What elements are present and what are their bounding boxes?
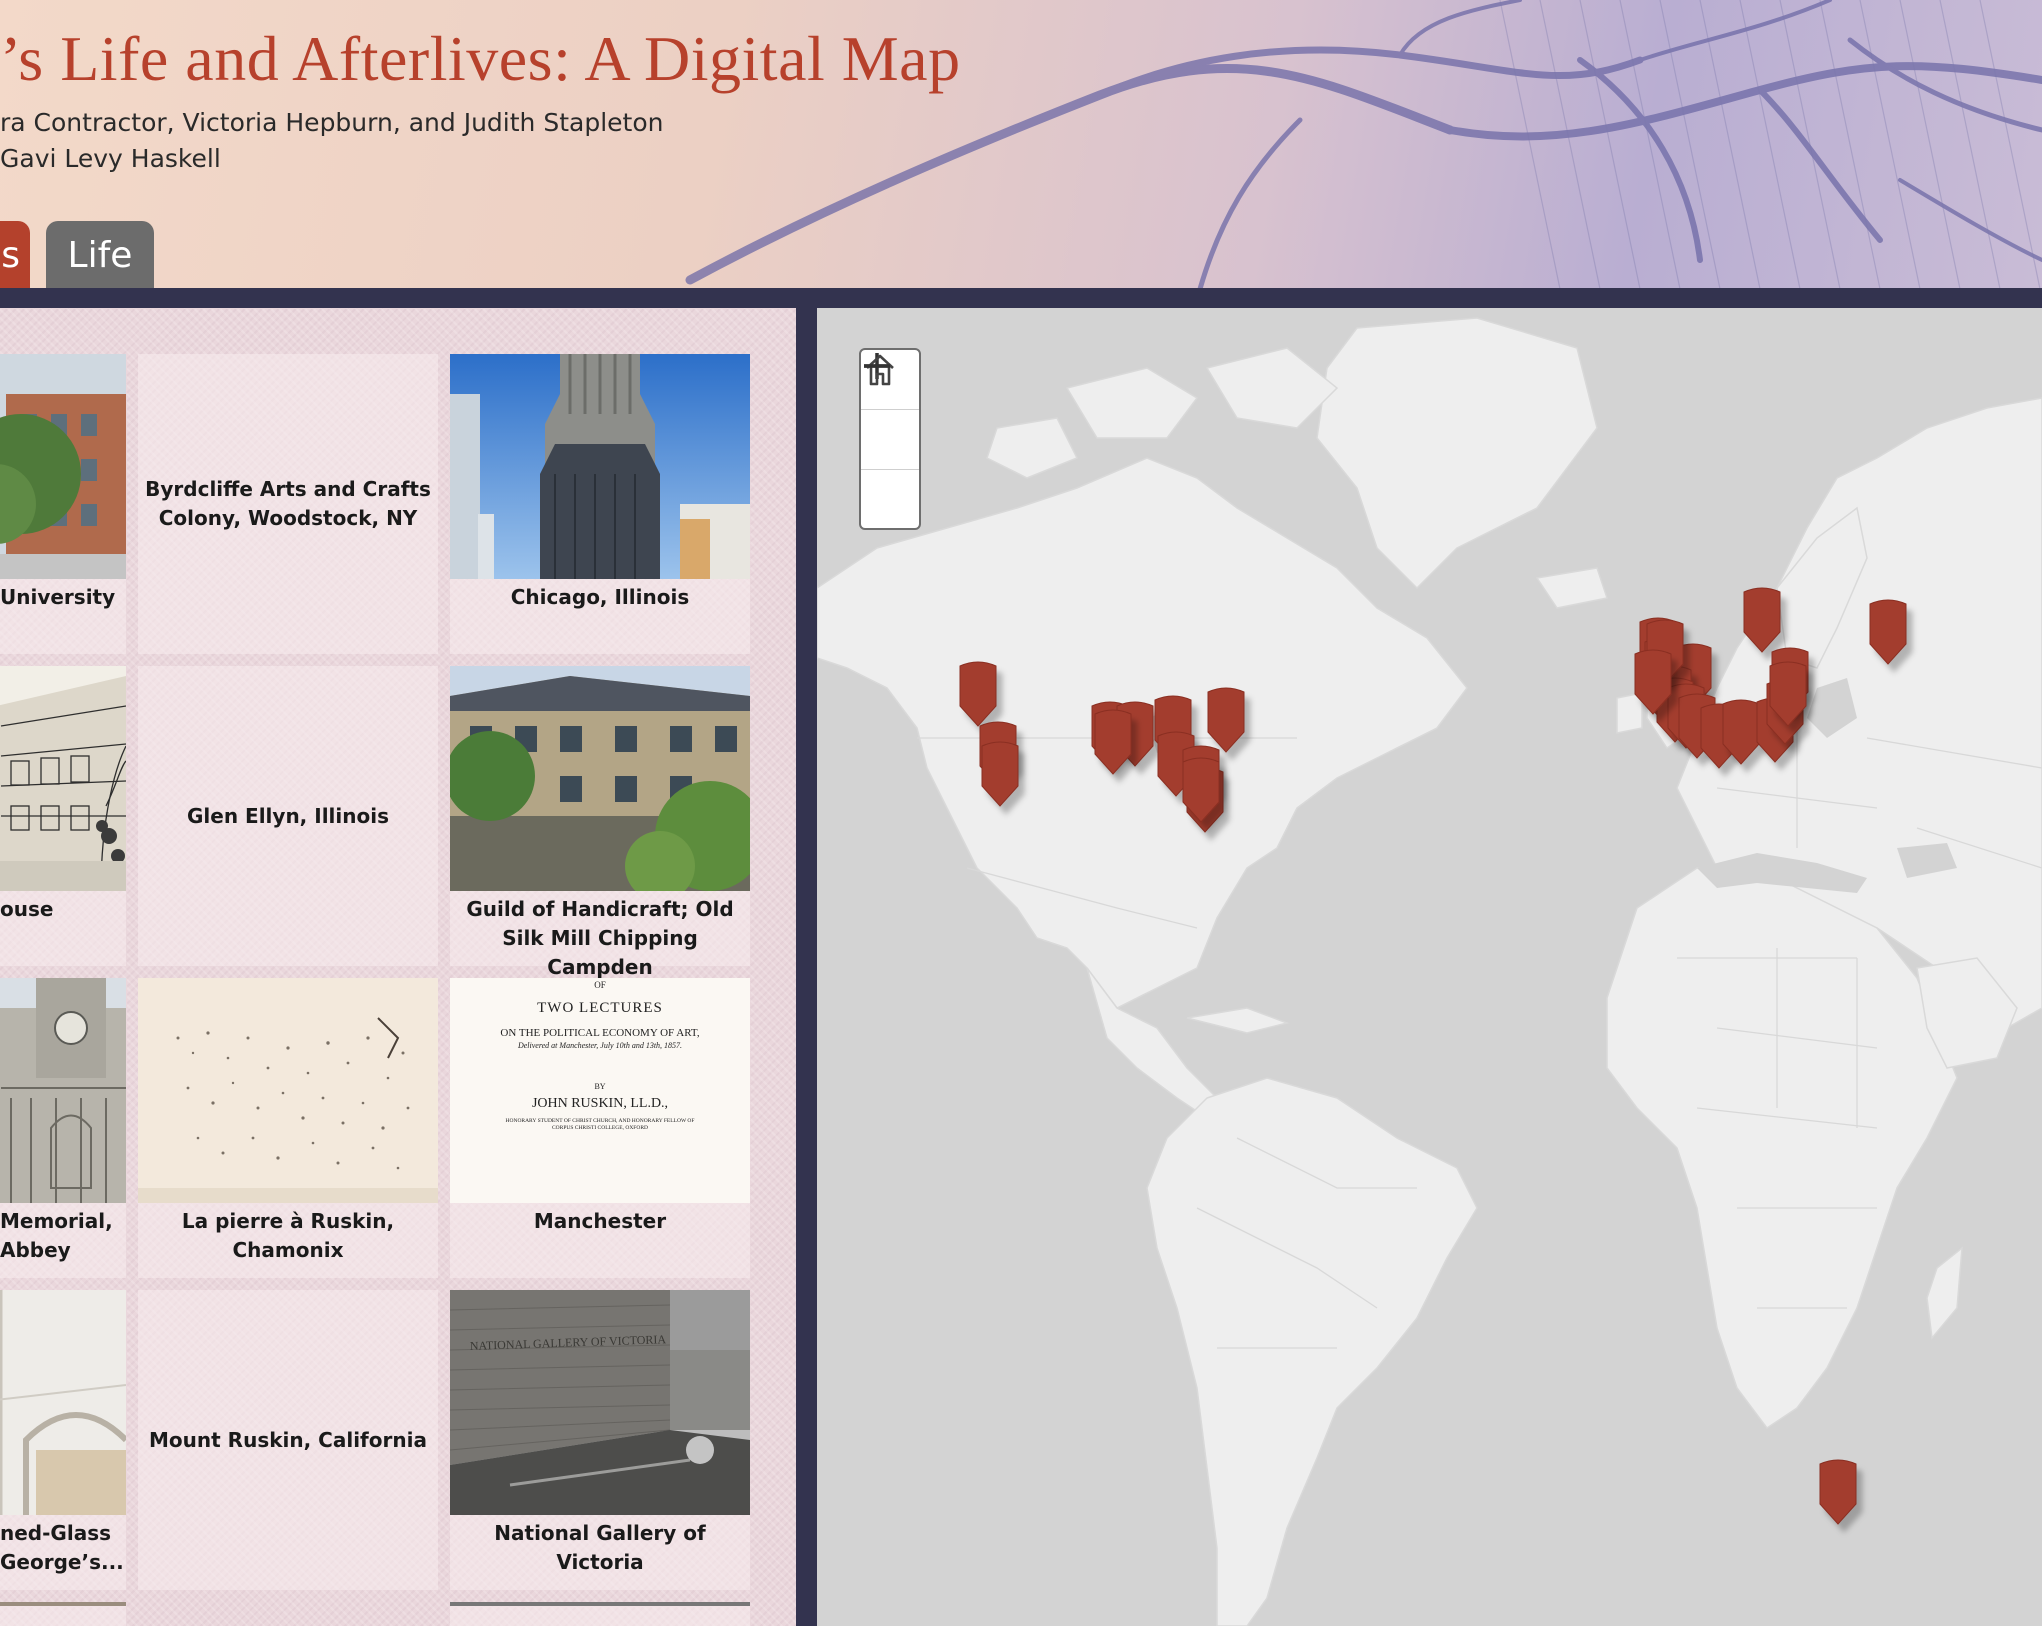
map-zoom-controls [859,348,921,530]
card-label: Chicago, Illinois [510,585,690,609]
gallery-card[interactable]: Memorial, Abbey [0,978,126,1278]
map-canvas[interactable] [817,308,2042,1626]
byline-authors: ra Contractor, Victoria Hepburn, and Jud… [0,108,664,137]
gallery-card[interactable]: Glen Ellyn, Illinois [138,666,438,966]
gallery-card[interactable]: ned-Glass George’s... [0,1290,126,1590]
home-button[interactable] [861,354,919,470]
card-label: ouse [0,897,54,921]
gallery-card[interactable]: Guild of Handicraft; Old Silk Mill Chipp… [450,666,750,979]
tab-afterlives[interactable]: s [0,221,30,289]
card-thumbnail: OF TWO LECTURES ON THE POLITICAL ECONOMY… [450,978,750,1203]
minus-icon [864,364,890,368]
gallery-card[interactable]: OF TWO LECTURES ON THE POLITICAL ECONOMY… [450,978,750,1278]
card-label: Mount Ruskin, California [149,1427,427,1452]
lecture-by: BY [594,1082,606,1091]
header-divider [0,288,2042,308]
card-thumbnail: NATIONAL GALLERY OF VICTORIA [450,1290,750,1515]
site-title: ’s Life and Afterlives: A Digital Map [0,23,961,94]
gallery-card[interactable] [0,1602,126,1626]
tab-life[interactable]: Life [46,221,154,289]
lecture-title: TWO LECTURES [537,1000,663,1016]
card-thumbnail [138,978,438,1203]
gallery-card[interactable]: University [0,354,126,654]
card-label: La pierre à Ruskin, Chamonix [181,1209,395,1262]
zoom-out-button[interactable] [861,364,919,528]
card-thumbnail [450,354,750,579]
card-thumbnail [0,354,126,579]
world-map[interactable] [817,308,2042,1626]
place-gallery[interactable]: University Byrdcliffe Arts and Crafts Co… [0,308,796,1626]
lecture-subtitle: ON THE POLITICAL ECONOMY OF ART, [500,1027,700,1039]
card-label: Guild of Handicraft; Old Silk Mill Chipp… [466,897,734,979]
lecture-of: OF [594,980,606,990]
panel-divider [796,308,817,1626]
lecture-credit-2: CORPUS CHRISTI COLLEGE, OXFORD [552,1125,648,1131]
gallery-card[interactable]: Byrdcliffe Arts and Crafts Colony, Woods… [138,354,438,654]
gallery-card[interactable]: ouse [0,666,126,966]
card-label: University [0,585,116,609]
map-marker[interactable] [1819,1459,1857,1525]
card-thumbnail [0,978,126,1203]
gallery-card[interactable]: NATIONAL GALLERY OF VICTORIA National Ga… [450,1290,750,1590]
card-label: Glen Ellyn, Illinois [187,803,389,828]
gallery-card[interactable]: Mount Ruskin, California [138,1290,438,1590]
byline-design: Gavi Levy Haskell [0,144,221,173]
lecture-delivered: Delivered at Manchester, July 10th and 1… [517,1041,683,1050]
card-label: Byrdcliffe Arts and Crafts Colony, Woods… [145,477,431,530]
card-label: National Gallery of Victoria [494,1521,706,1574]
lecture-author: JOHN RUSKIN, LL.D., [531,1096,669,1111]
card-thumbnail [0,1290,126,1515]
gallery-card[interactable]: Chicago, Illinois [450,354,750,654]
landmasses [817,317,2042,1626]
site-header: ’s Life and Afterlives: A Digital Map ra… [0,0,2042,289]
card-thumbnail [0,666,126,891]
gallery-card[interactable] [450,1602,750,1626]
lecture-credit-1: HONORARY STUDENT OF CHRIST CHURCH, AND H… [505,1118,695,1124]
card-label: ned-Glass George’s... [0,1521,124,1574]
card-label: Manchester [533,1209,667,1233]
gallery-card[interactable]: La pierre à Ruskin, Chamonix [138,978,438,1278]
card-label: Memorial, Abbey [0,1209,113,1262]
card-thumbnail [450,666,750,891]
